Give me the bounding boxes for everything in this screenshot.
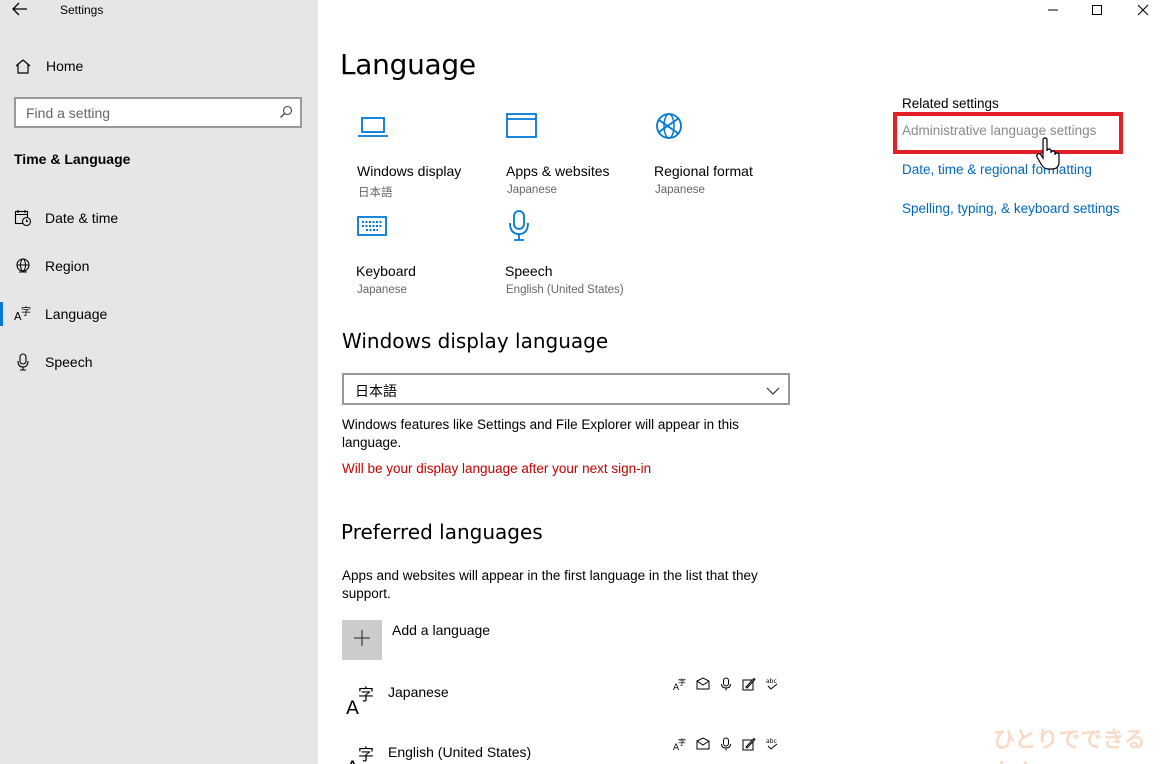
svg-text:字: 字 (21, 305, 31, 318)
sidebar-item-label: Date & time (45, 210, 119, 226)
tile-regional-format[interactable]: Regional format Japanese (654, 108, 794, 198)
display-language-feature-icon: A字 (672, 736, 688, 752)
maximize-button[interactable] (1074, 0, 1120, 20)
language-name: English (United States) (388, 744, 532, 760)
language-icon: A字 (14, 305, 32, 323)
globe-icon (14, 257, 32, 275)
date-time-regional-formatting-link[interactable]: Date, time & regional formatting (902, 162, 1092, 177)
sidebar-item-label: Speech (45, 354, 93, 370)
svg-text:abc: abc (766, 738, 777, 745)
text-to-speech-feature-icon (695, 736, 711, 752)
active-indicator (0, 302, 3, 326)
preferred-languages-heading: Preferred languages (341, 520, 543, 544)
sidebar-item-label: Region (45, 258, 90, 274)
display-language-heading: Windows display language (342, 329, 609, 353)
add-language-button[interactable] (342, 620, 382, 660)
svg-text:字: 字 (358, 745, 374, 764)
language-item-english-us[interactable]: A字 English (United States) A字 abc (342, 737, 792, 764)
related-settings-heading: Related settings (902, 96, 999, 111)
svg-text:字: 字 (678, 737, 686, 747)
spelling-typing-keyboard-settings-link[interactable]: Spelling, typing, & keyboard settings (902, 201, 1120, 216)
home-icon (14, 57, 32, 75)
spellcheck-feature-icon: abc (764, 736, 780, 752)
page-title: Language (340, 48, 476, 81)
search-icon[interactable] (279, 105, 293, 119)
tile-value: Japanese (507, 184, 557, 196)
speech-recognition-feature-icon (718, 676, 734, 692)
search-input[interactable] (16, 99, 266, 126)
plus-icon (353, 629, 371, 652)
sidebar-section-title: Time & Language (14, 151, 131, 167)
sidebar-item-label: Home (46, 58, 84, 74)
sidebar-item-label: Language (45, 306, 108, 322)
tile-keyboard[interactable]: Keyboard Japanese (356, 208, 496, 298)
text-to-speech-feature-icon (695, 676, 711, 692)
tile-name: Apps & websites (506, 163, 610, 179)
speech-recognition-feature-icon (718, 736, 734, 752)
handwriting-feature-icon (741, 736, 757, 752)
window-icon (506, 108, 540, 142)
globe-format-icon (654, 108, 688, 142)
add-language-label[interactable]: Add a language (392, 622, 490, 638)
chevron-down-icon (766, 383, 780, 401)
microphone-icon (14, 353, 32, 371)
language-features: A字 abc (672, 676, 780, 692)
spellcheck-feature-icon: abc (764, 676, 780, 692)
microphone-icon (505, 208, 539, 242)
display-language-description: Windows features like Settings and File … (342, 417, 739, 450)
keyboard-icon (356, 208, 390, 242)
tile-value: 日本語 (358, 187, 393, 199)
sidebar-item-home[interactable]: Home (0, 46, 318, 86)
sidebar-item-region[interactable]: Region (0, 246, 318, 286)
laptop-icon (357, 108, 391, 142)
tile-speech[interactable]: Speech English (United States) (505, 208, 645, 298)
display-language-select[interactable]: 日本語 (342, 373, 790, 405)
tile-name: Windows display (357, 163, 462, 179)
tile-value: Japanese (655, 184, 705, 196)
sidebar: Settings Home Time & Language Date & tim… (0, 0, 318, 764)
selected-value: 日本語 (355, 383, 397, 399)
tile-name: Speech (505, 263, 553, 279)
calendar-clock-icon (14, 209, 32, 227)
search-box (14, 97, 302, 128)
handwriting-feature-icon (741, 676, 757, 692)
watermark-logo: ひとりでできるもん (993, 728, 1146, 764)
tile-name: Regional format (654, 163, 753, 179)
tile-value: Japanese (357, 284, 407, 296)
svg-text:字: 字 (678, 677, 686, 687)
language-glyph-icon: A字 (345, 742, 379, 764)
preferred-languages-description: Apps and websites will appear in the fir… (342, 568, 758, 601)
language-glyph-icon: A字 (345, 682, 379, 719)
hand-cursor-icon (1036, 137, 1062, 176)
tile-name: Keyboard (356, 263, 416, 279)
language-features: A字 abc (672, 736, 780, 752)
back-arrow-icon[interactable] (12, 2, 32, 18)
app-title: Settings (60, 3, 104, 17)
tile-apps-websites[interactable]: Apps & websites Japanese (506, 108, 646, 198)
sidebar-item-date-time[interactable]: Date & time (0, 198, 318, 238)
tile-windows-display[interactable]: Windows display 日本語 (357, 108, 497, 199)
close-button[interactable] (1120, 0, 1162, 20)
sign-in-notice: Will be your display language after your… (342, 461, 652, 476)
display-language-feature-icon: A字 (672, 676, 688, 692)
svg-text:abc: abc (766, 678, 777, 685)
minimize-button[interactable] (1030, 0, 1076, 20)
highlight-box (893, 112, 1123, 154)
sidebar-item-language[interactable]: A字 Language (0, 294, 318, 334)
language-name: Japanese (388, 684, 449, 700)
svg-text:字: 字 (358, 685, 374, 704)
language-item-japanese[interactable]: A字 Japanese A字 abc (342, 677, 792, 726)
sidebar-item-speech[interactable]: Speech (0, 342, 318, 382)
tile-value: English (United States) (506, 284, 624, 296)
